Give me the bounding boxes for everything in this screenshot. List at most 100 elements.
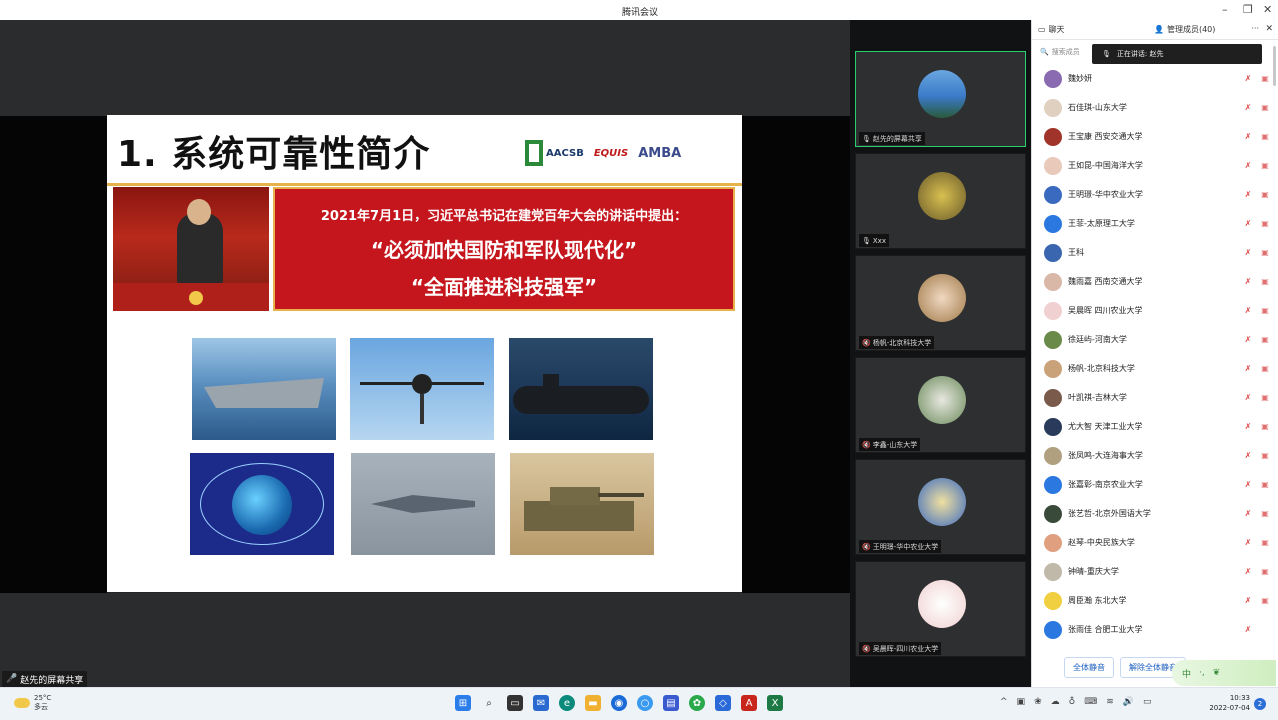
fighter-jet-image xyxy=(351,453,495,555)
weather-widget[interactable]: 25°C 多云 xyxy=(14,694,51,712)
video-tile[interactable]: 🔇 李鑫-山东大学 xyxy=(855,357,1026,453)
avatar xyxy=(1044,156,1062,175)
avatar xyxy=(918,274,966,322)
speaker-icon: 🎙 xyxy=(1102,50,1111,58)
list-item[interactable]: 叶凯祺-吉林大学 ✗ ▣ xyxy=(1044,383,1272,412)
video-tile[interactable]: 🔇 杨帆-北京科技大学 xyxy=(855,255,1026,351)
browser-icon[interactable]: ○ xyxy=(637,695,653,711)
tab-chat[interactable]: ▭ 聊天 xyxy=(1032,24,1071,35)
cloud-icon[interactable]: ☁ xyxy=(1051,697,1060,707)
screen-share-label: 🎤 赵先的屏幕共享 xyxy=(2,671,88,687)
video-tile[interactable]: 🎙 赵先的屏幕共享 xyxy=(855,51,1026,147)
minimize-button[interactable]: – xyxy=(1222,3,1228,16)
window-titlebar: 腾讯会议 – ❐ ✕ xyxy=(0,0,1278,20)
avatar xyxy=(918,70,966,118)
avatar xyxy=(1044,69,1062,88)
submarine-image xyxy=(509,338,653,440)
mic-off-icon: ✗ xyxy=(1244,509,1252,518)
edge-icon[interactable]: e xyxy=(559,695,575,711)
ime-toolbar[interactable]: 中 ·, ❦ xyxy=(1172,660,1276,686)
chevron-up-icon[interactable]: ^ xyxy=(1000,697,1008,707)
list-item[interactable]: 王如昆-中国海洋大学 ✗ ▣ xyxy=(1044,151,1272,180)
search-icon[interactable]: ⌕ xyxy=(481,695,497,711)
mic-off-icon: ✗ xyxy=(1244,364,1252,373)
mic-off-icon: ✗ xyxy=(1244,161,1252,170)
mic-off-icon: ✗ xyxy=(1244,451,1252,460)
video-tile[interactable]: 🎙 Xxx xyxy=(855,153,1026,249)
avatar xyxy=(1044,185,1062,204)
search-input[interactable]: 搜索成员 xyxy=(1052,47,1080,57)
taskbar-apps: ⊞ ⌕ ▭ ✉ e ▬ ◉ ○ ▤ ✿ ◇ A X xyxy=(455,695,783,711)
wifi-icon[interactable]: ≋ xyxy=(1106,697,1114,707)
file-explorer-icon[interactable]: ▬ xyxy=(585,695,601,711)
pdf-icon[interactable]: A xyxy=(741,695,757,711)
task-view-icon[interactable]: ▭ xyxy=(507,695,523,711)
start-icon[interactable]: ⊞ xyxy=(455,695,471,711)
mic-off-icon: ✗ xyxy=(1244,103,1252,112)
list-item[interactable]: 杨帆-北京科技大学 ✗ ▣ xyxy=(1044,354,1272,383)
more-icon[interactable]: ··· xyxy=(1251,24,1259,33)
list-item[interactable]: 王菲-太原理工大学 ✗ ▣ xyxy=(1044,209,1272,238)
save-icon[interactable]: ▤ xyxy=(663,695,679,711)
list-item[interactable]: 徐廷屿-河南大学 ✗ ▣ xyxy=(1044,325,1272,354)
mic-off-icon: 🔇 xyxy=(862,542,871,551)
aacsb-logo: AACSB xyxy=(525,140,584,166)
camera-off-icon: ▣ xyxy=(1261,74,1269,83)
speaker-photo xyxy=(113,187,269,311)
tank-image xyxy=(510,453,654,555)
list-item[interactable]: 张凤鸣-大连海事大学 ✗ ▣ xyxy=(1044,441,1272,470)
letterbox-left xyxy=(0,116,107,593)
camera-off-icon: ▣ xyxy=(1261,393,1269,402)
list-item[interactable]: 周臣瀚 东北大学 ✗ ▣ xyxy=(1044,586,1272,615)
mail-icon[interactable]: ✉ xyxy=(533,695,549,711)
accreditation-logos: AACSB EQUIS AMBA xyxy=(525,135,730,171)
list-item[interactable]: 张雨佳 合肥工业大学 ✗ xyxy=(1044,615,1272,642)
list-item[interactable]: 魏雨嘉 西南交通大学 ✗ ▣ xyxy=(1044,267,1272,296)
list-item[interactable]: 吴晨晖 四川农业大学 ✗ ▣ xyxy=(1044,296,1272,325)
video-tile[interactable]: 🔇 王明璟-华中农业大学 xyxy=(855,459,1026,555)
restore-button[interactable]: ❐ xyxy=(1243,3,1253,16)
mic-icon[interactable]: ♁ xyxy=(1069,697,1076,707)
mic-off-icon: ✗ xyxy=(1244,248,1252,257)
list-item[interactable]: 魏妙妍 ✗ ▣ xyxy=(1044,64,1272,93)
mic-off-icon: 🔇 xyxy=(862,338,871,347)
mute-all-button[interactable]: 全体静音 xyxy=(1064,656,1114,678)
member-search[interactable]: 🔍 搜索成员 xyxy=(1040,44,1095,60)
excel-icon[interactable]: X xyxy=(767,695,783,711)
screen-icon[interactable]: ▣ xyxy=(1017,697,1026,707)
mic-off-icon: ✗ xyxy=(1244,596,1252,605)
teams-icon[interactable]: ◉ xyxy=(611,695,627,711)
video-tile[interactable]: 🔇 吴晨晖-四川农业大学 xyxy=(855,561,1026,657)
scrollbar[interactable] xyxy=(1273,46,1276,86)
mic-icon: 🎤 xyxy=(6,674,18,684)
list-item[interactable]: 张嘉彰-南京农业大学 ✗ ▣ xyxy=(1044,470,1272,499)
list-item[interactable]: 王科 ✗ ▣ xyxy=(1044,238,1272,267)
tencent-meeting-icon[interactable]: ◇ xyxy=(715,695,731,711)
avatar xyxy=(1044,417,1062,436)
amba-logo: AMBA xyxy=(638,145,682,161)
notification-badge[interactable]: 2 xyxy=(1254,698,1266,710)
list-item[interactable]: 石佳琪-山东大学 ✗ ▣ xyxy=(1044,93,1272,122)
battery-icon[interactable]: ▭ xyxy=(1143,697,1152,707)
mic-off-icon: ✗ xyxy=(1244,538,1252,547)
camera-off-icon: ▣ xyxy=(1261,596,1269,605)
input-icon[interactable]: ⌨ xyxy=(1084,697,1097,707)
wechat-icon[interactable]: ✿ xyxy=(689,695,705,711)
list-item[interactable]: 赵琴-中央民族大学 ✗ ▣ xyxy=(1044,528,1272,557)
clock[interactable]: 10:33 2022-07-04 xyxy=(1206,693,1250,713)
close-icon[interactable]: ✕ xyxy=(1265,24,1273,34)
list-item[interactable]: 钟晴-重庆大学 ✗ ▣ xyxy=(1044,557,1272,586)
leaf-icon[interactable]: ❀ xyxy=(1034,697,1042,707)
mic-icon: 🎙 xyxy=(862,134,871,143)
close-button[interactable]: ✕ xyxy=(1263,3,1272,16)
list-item[interactable]: 王宝康 西安交通大学 ✗ ▣ xyxy=(1044,122,1272,151)
partly-cloudy-icon xyxy=(14,698,30,708)
tab-members[interactable]: 👤 管理成员(40) xyxy=(1148,24,1221,35)
list-item[interactable]: 王明璟-华中农业大学 ✗ ▣ xyxy=(1044,180,1272,209)
list-item[interactable]: 张艺哲-北京外国语大学 ✗ ▣ xyxy=(1044,499,1272,528)
list-item[interactable]: 尤大智 天津工业大学 ✗ ▣ xyxy=(1044,412,1272,441)
screen-share-stage[interactable]: 1. 系统可靠性简介 AACSB EQUIS AMBA 2021年7月1日，习近… xyxy=(0,20,850,687)
volume-icon[interactable]: 🔊 xyxy=(1123,697,1134,707)
mic-off-icon: ✗ xyxy=(1244,190,1252,199)
avatar xyxy=(918,376,966,424)
